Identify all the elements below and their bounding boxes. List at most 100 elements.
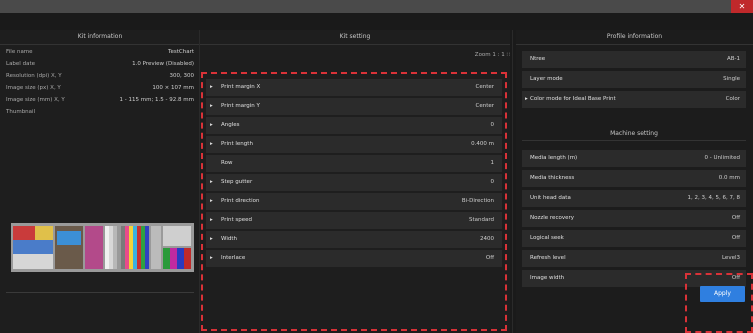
setting-row-print-direction[interactable]: ▸ Print direction Bi-Direction [206,193,502,212]
info-row: File name TestChart [6,47,194,58]
setting-label: Angles [221,122,240,128]
machine-value: Off [731,235,740,241]
setting-row-print-margin-x[interactable]: ▸ Print margin X Center [206,79,502,98]
info-row: Image size (mm) X, Y 1 - 115 mm; 1.5 - 9… [6,95,194,106]
setting-label: Print speed [221,217,253,223]
setting-value: Center [475,84,494,90]
machine-label: Logical seek [530,235,564,241]
close-icon[interactable]: ✕ [731,0,753,13]
expand-arrow-icon: ▸ [210,217,213,223]
machine-label: Nozzle recovery [530,215,574,221]
setting-row-angles[interactable]: ▸ Angles 0 [206,117,502,136]
setting-label: Print direction [221,198,260,204]
expand-arrow-icon: ▸ [210,198,213,204]
setting-label: Print length [221,141,253,147]
setting-label: Step gutter [221,179,253,185]
zoom-label: Zoom 1 : 1 ∷ [474,52,510,58]
info-value: 1.0 Preview (Disabled) [132,61,194,67]
profile-row-layer-mode[interactable]: Layer mode Single [522,71,746,88]
setting-value: 0 [490,122,495,128]
setting-value: 0.400 m [471,141,494,147]
setting-row-print-margin-y[interactable]: ▸ Print margin Y Center [206,98,502,117]
machine-value: Off [731,275,740,281]
machine-value: 0.0 mm [718,175,740,181]
section-title: Machine setting [522,128,746,141]
expand-arrow-icon: ▸ [210,103,213,109]
machine-row[interactable]: Logical seek Off [522,230,746,247]
machine-label: Media length (m) [530,155,578,161]
profile-row-color-mode[interactable]: ▸ Color mode for Ideal Base Print Color [522,91,746,108]
setting-value: Standard [468,217,494,223]
setting-label: Interlace [221,255,246,261]
machine-row[interactable]: Image width Off [522,270,746,287]
setting-row-print-length[interactable]: ▸ Print length 0.400 m [206,136,502,155]
machine-label: Image width [530,275,565,281]
info-key: Label date [6,61,35,67]
machine-label: Refresh level [530,255,566,261]
expand-arrow-icon: ▸ [210,179,213,185]
info-key: Thumbnail [6,109,36,115]
setting-row-print-speed[interactable]: ▸ Print speed Standard [206,212,502,231]
info-key: Resolution (dpi) X, Y [6,73,62,79]
profile-label: Layer mode [530,76,563,82]
profile-value: Single [723,76,740,82]
setting-value: 1 [490,160,495,166]
expand-arrow-icon: ▸ [210,255,213,261]
info-key: File name [6,49,33,55]
info-value: 100 × 107 mm [152,85,194,91]
expand-arrow-icon: ▸ [210,84,213,90]
expand-arrow-icon: ▸ [210,141,213,147]
expand-arrow-icon: ▸ [210,122,213,128]
panel-title: Kit information [0,30,200,45]
divider [6,292,194,293]
thumbnail-image [11,223,194,272]
profile-value: Color [725,96,740,102]
info-row: Image size (px) X, Y 100 × 107 mm [6,83,194,94]
info-row: Resolution (dpi) X, Y 300, 300 [6,71,194,82]
info-value: 300, 300 [169,73,195,79]
setting-label: Print margin X [221,84,261,90]
setting-value: Center [475,103,494,109]
kit-information-panel: Kit information File name TestChart Labe… [0,30,200,333]
setting-row-step-gutter[interactable]: ▸ Step gutter 0 [206,174,502,193]
machine-row[interactable]: Media length (m) 0 - Unlimited [522,150,746,167]
setting-label: Print margin Y [221,103,260,109]
machine-value: 1, 2, 3, 4, 5, 6, 7, 8 [687,195,740,201]
divider [512,30,513,333]
machine-row[interactable]: Unit head data 1, 2, 3, 4, 5, 6, 7, 8 [522,190,746,207]
machine-label: Media thickness [530,175,575,181]
profile-label: Ntree [530,56,546,62]
machine-value: Level3 [721,255,740,261]
info-key: Image size (mm) X, Y [6,97,65,103]
setting-label: Row [221,160,233,166]
setting-value: Off [485,255,494,261]
info-key: Image size (px) X, Y [6,85,61,91]
setting-label: Width [221,236,237,242]
machine-row[interactable]: Media thickness 0.0 mm [522,170,746,187]
machine-row[interactable]: Refresh level Level3 [522,250,746,267]
machine-value: 0 - Unlimited [704,155,740,161]
info-value: TestChart [168,49,194,55]
title-bar [0,0,753,13]
setting-value: 0 [490,179,495,185]
setting-value: Bi-Direction [461,198,494,204]
expand-arrow-icon: ▸ [525,96,528,102]
setting-value: 2400 [480,236,494,242]
setting-row-width[interactable]: ▸ Width 2400 [206,231,502,250]
machine-row[interactable]: Nozzle recovery Off [522,210,746,227]
setting-row-interlace[interactable]: ▸ Interlace Off [206,250,502,269]
profile-label: Color mode for Ideal Base Print [530,96,616,102]
panel-title: Kit setting [200,30,510,45]
info-row: Label date 1.0 Preview (Disabled) [6,59,194,70]
machine-label: Unit head data [530,195,571,201]
info-value: 1 - 115 mm; 1.5 - 92.8 mm [119,97,194,103]
expand-arrow-icon: ▸ [210,236,213,242]
profile-row-ntree[interactable]: Ntree AB-1 [522,51,746,68]
setting-row-row[interactable]: Row 1 [206,155,502,174]
kit-setting-list: ▸ Print margin X Center ▸ Print margin Y… [206,79,502,333]
profile-value: AB-1 [726,56,740,62]
thumbnail-graphic [11,223,194,272]
panel-title: Profile information [516,30,753,45]
info-row: Thumbnail [6,107,194,118]
apply-button[interactable]: Apply [700,286,745,302]
